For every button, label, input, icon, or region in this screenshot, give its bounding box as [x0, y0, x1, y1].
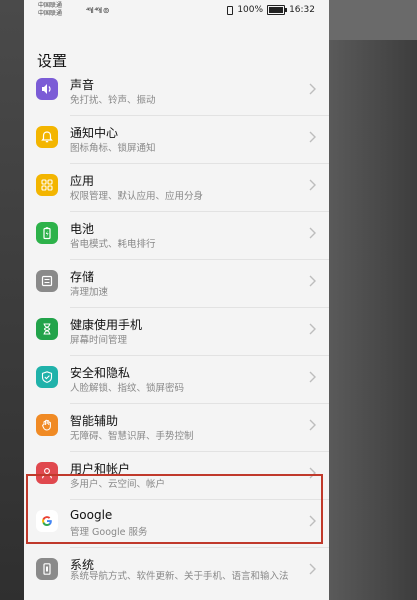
item-title: 电池	[70, 222, 95, 236]
settings-item-battery[interactable]: 电池 省电模式、耗电排行	[24, 212, 329, 260]
item-subtitle: 权限管理、默认应用、应用分身	[70, 191, 204, 202]
settings-list: 声音 免打扰、铃声、振动 通知中心 图标角标、锁屏通知 应用 权限管理、默认应用…	[24, 68, 329, 600]
settings-item-storage[interactable]: 存储 清理加速	[24, 260, 329, 308]
chevron-right-icon	[309, 83, 316, 95]
google-icon	[36, 510, 58, 532]
apps-grid-icon	[36, 174, 58, 196]
settings-item-sound[interactable]: 声音 免打扰、铃声、振动	[24, 68, 329, 116]
battery-icon	[36, 222, 58, 244]
item-subtitle: 人脸解锁、指纹、锁屏密码	[70, 383, 185, 394]
settings-item-digital-balance[interactable]: 健康使用手机 屏幕时间管理	[24, 308, 329, 356]
settings-item-users-accounts[interactable]: 用户和帐户 多用户、云空间、帐户	[24, 452, 329, 500]
chevron-right-icon	[309, 131, 316, 143]
chevron-right-icon	[309, 371, 316, 383]
chevron-right-icon	[309, 275, 316, 287]
carrier-labels: 中国联通 中国联通	[38, 2, 62, 18]
chevron-right-icon	[309, 227, 316, 239]
item-subtitle: 管理 Google 服务	[70, 527, 148, 538]
settings-item-google[interactable]: Google 管理 Google 服务	[24, 500, 329, 548]
battery-status-icon	[267, 5, 288, 15]
chevron-right-icon	[309, 467, 316, 479]
storage-icon	[36, 270, 58, 292]
settings-item-security[interactable]: 安全和隐私 人脸解锁、指纹、锁屏密码	[24, 356, 329, 404]
item-title: 安全和隐私	[70, 366, 131, 380]
backdrop-left	[0, 0, 24, 600]
user-icon	[36, 462, 58, 484]
item-subtitle: 省电模式、耗电排行	[70, 239, 156, 250]
carrier-2: 中国联通	[38, 10, 63, 17]
vibrate-icon	[227, 5, 234, 15]
status-bar: 中国联通 中国联通 ⁴⁶ıl ⁴⁶ıl ⊚ 100% 16:32	[24, 0, 329, 22]
item-subtitle: 免打扰、铃声、振动	[70, 95, 156, 106]
settings-item-system[interactable]: 系统 系统导航方式、软件更新、关于手机、语言和输入法	[24, 548, 329, 600]
chevron-right-icon	[309, 563, 316, 575]
item-title: 应用	[70, 174, 95, 188]
item-title: 通知中心	[70, 126, 119, 140]
carrier-1: 中国联通	[38, 2, 63, 9]
shield-icon	[36, 366, 58, 388]
backdrop-right	[329, 0, 417, 600]
hand-icon	[36, 414, 58, 436]
settings-item-accessibility[interactable]: 智能辅助 无障碍、智慧识屏、手势控制	[24, 404, 329, 452]
chevron-right-icon	[309, 419, 316, 431]
settings-item-notifications[interactable]: 通知中心 图标角标、锁屏通知	[24, 116, 329, 164]
item-subtitle: 多用户、云空间、帐户	[70, 479, 166, 490]
item-subtitle: 系统导航方式、软件更新、关于手机、语言和输入法	[70, 571, 289, 582]
item-title: 健康使用手机	[70, 318, 143, 332]
page-title: 设置	[37, 52, 68, 70]
item-title: 声音	[70, 78, 95, 92]
chevron-right-icon	[309, 179, 316, 191]
item-subtitle: 图标角标、锁屏通知	[70, 143, 156, 154]
battery-percent: 100%	[237, 5, 264, 15]
bell-icon	[36, 126, 58, 148]
chevron-right-icon	[309, 515, 316, 527]
item-title: 用户和帐户	[70, 462, 131, 476]
item-title: 智能辅助	[70, 414, 119, 428]
item-subtitle: 屏幕时间管理	[70, 335, 128, 346]
item-subtitle: 无障碍、智慧识屏、手势控制	[70, 431, 194, 442]
item-title: 存储	[70, 270, 95, 284]
status-right: 100% 16:32	[227, 5, 315, 15]
clock: 16:32	[289, 5, 315, 15]
signal-icon: ⁴⁶ıl ⁴⁶ıl ⊚	[86, 6, 109, 15]
item-title: Google	[70, 508, 113, 522]
hourglass-icon	[36, 318, 58, 340]
chevron-right-icon	[309, 323, 316, 335]
item-subtitle: 清理加速	[70, 287, 109, 298]
phone-screen: 中国联通 中国联通 ⁴⁶ıl ⁴⁶ıl ⊚ 100% 16:32 设置 声音 免…	[24, 0, 329, 600]
settings-item-apps[interactable]: 应用 权限管理、默认应用、应用分身	[24, 164, 329, 212]
speaker-icon	[36, 78, 58, 100]
phone-icon	[36, 558, 58, 580]
